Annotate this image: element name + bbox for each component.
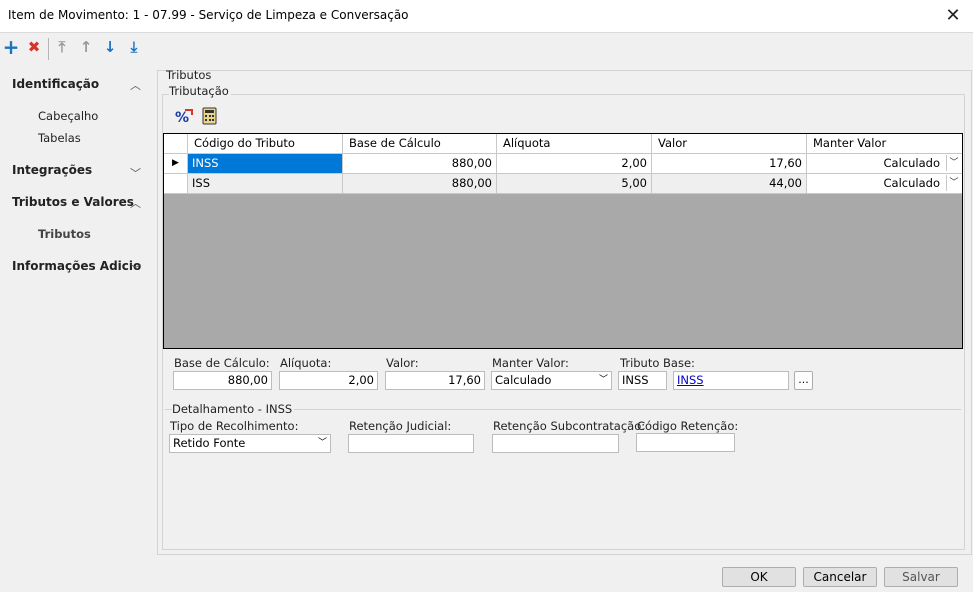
svg-text:%: % (175, 110, 189, 125)
chevron-down-icon[interactable]: ﹀ (946, 175, 961, 191)
delete-icon[interactable]: ✖ (25, 38, 43, 56)
valor-label: Valor: (386, 356, 419, 370)
base-field[interactable]: 880,00 (173, 371, 272, 390)
cell-base[interactable]: 880,00 (343, 174, 497, 193)
row-indicator (164, 174, 188, 193)
cell-manter[interactable]: Calculado (807, 154, 962, 173)
chevron-up-icon[interactable]: ︿ (130, 195, 141, 211)
cell-base[interactable]: 880,00 (343, 154, 497, 173)
nav-item-cabecalho[interactable]: Cabeçalho (38, 109, 98, 123)
cell-codigo[interactable]: INSS (188, 154, 343, 173)
col-valor[interactable]: Valor (652, 134, 807, 153)
nav-section-informacoes[interactable]: Informações Adicio (12, 259, 141, 273)
tributo-base-label: Tributo Base: (620, 356, 695, 370)
cancel-button[interactable]: Cancelar (803, 567, 877, 587)
tributo-code-field[interactable]: INSS (618, 371, 667, 390)
nav-section-identificacao[interactable]: Identificação (12, 77, 99, 91)
tipo-value: Retido Fonte (173, 436, 246, 450)
calculator-icon[interactable] (202, 107, 218, 125)
nav-section-integracoes[interactable]: Integrações (12, 163, 92, 177)
chevron-down-icon: ﹀ (598, 375, 608, 385)
cell-aliquota[interactable]: 5,00 (497, 174, 652, 193)
table-row[interactable]: ▶ INSS 880,00 2,00 17,60 Calculado ﹀ (164, 154, 962, 174)
side-nav: Identificação ︿ Cabeçalho Tabelas Integr… (0, 66, 155, 566)
table-row[interactable]: ISS 880,00 5,00 44,00 Calculado ﹀ (164, 174, 962, 194)
nav-section-tributos-valores[interactable]: Tributos e Valores (12, 195, 134, 209)
judicial-label: Retenção Judicial: (349, 419, 452, 433)
chevron-down-icon[interactable]: ﹀ (946, 155, 961, 171)
group-title: Tributação (169, 84, 231, 98)
col-manter[interactable]: Manter Valor (807, 134, 962, 153)
move-up-icon[interactable]: ↑ (77, 38, 95, 56)
add-icon[interactable]: + (2, 37, 20, 57)
judicial-field[interactable] (348, 434, 474, 453)
save-button[interactable]: Salvar (884, 567, 958, 587)
cell-codigo[interactable]: ISS (188, 174, 343, 193)
toolbar-divider (48, 38, 49, 60)
current-row-icon: ▶ (164, 154, 188, 173)
aliquota-label: Alíquota: (280, 356, 332, 370)
detalhamento-title: Detalhamento - INSS (172, 402, 295, 416)
col-aliquota[interactable]: Alíquota (497, 134, 652, 153)
col-codigo[interactable]: Código do Tributo (188, 134, 343, 153)
tipo-label: Tipo de Recolhimento: (170, 419, 299, 433)
cell-valor[interactable]: 17,60 (652, 154, 807, 173)
panel-title: Tributos (166, 68, 212, 82)
ok-button[interactable]: OK (722, 567, 796, 587)
manter-label: Manter Valor: (492, 356, 569, 370)
chevron-up-icon[interactable]: ︿ (130, 77, 141, 93)
chevron-down-icon[interactable]: ﹀ (130, 165, 141, 181)
toolbar: + ✖ ⤒ ↑ ↓ ⤓ (0, 34, 973, 62)
move-down-icon[interactable]: ↓ (101, 38, 119, 56)
grid-header: Código do Tributo Base de Cálculo Alíquo… (164, 134, 962, 154)
chevron-down-icon: ﹀ (317, 438, 327, 448)
codigo-field[interactable] (636, 433, 735, 452)
percent-calc-icon[interactable]: % (174, 107, 194, 125)
aliquota-field[interactable]: 2,00 (279, 371, 378, 390)
cell-valor[interactable]: 44,00 (652, 174, 807, 193)
ellipsis-button[interactable]: ... (794, 371, 813, 390)
base-label: Base de Cálculo: (174, 356, 270, 370)
cell-manter[interactable]: Calculado (807, 174, 962, 193)
manter-value: Calculado (495, 373, 552, 387)
window-title: Item de Movimento: 1 - 07.99 - Serviço d… (8, 8, 409, 22)
tributo-link[interactable]: INSS (673, 371, 789, 390)
row-indicator-header (164, 134, 188, 153)
col-base[interactable]: Base de Cálculo (343, 134, 497, 153)
codigo-label: Código Retenção: (637, 419, 739, 433)
move-first-icon[interactable]: ⤒ (53, 38, 71, 56)
cell-aliquota[interactable]: 2,00 (497, 154, 652, 173)
title-bar: Item de Movimento: 1 - 07.99 - Serviço d… (0, 0, 973, 33)
close-icon[interactable]: ✕ (941, 4, 965, 28)
subcontr-label: Retenção Subcontratação: (493, 419, 646, 433)
nav-item-tributos[interactable]: Tributos (38, 227, 91, 241)
subcontr-field[interactable] (492, 434, 619, 453)
tributos-grid: Código do Tributo Base de Cálculo Alíquo… (163, 133, 963, 349)
move-last-icon[interactable]: ⤓ (125, 38, 143, 56)
valor-field[interactable]: 17,60 (385, 371, 485, 390)
chevron-down-icon[interactable]: ﹀ (130, 261, 141, 277)
nav-item-tabelas[interactable]: Tabelas (38, 131, 81, 145)
manter-select[interactable]: Calculado ﹀ (491, 371, 612, 390)
tipo-select[interactable]: Retido Fonte ﹀ (169, 434, 331, 453)
